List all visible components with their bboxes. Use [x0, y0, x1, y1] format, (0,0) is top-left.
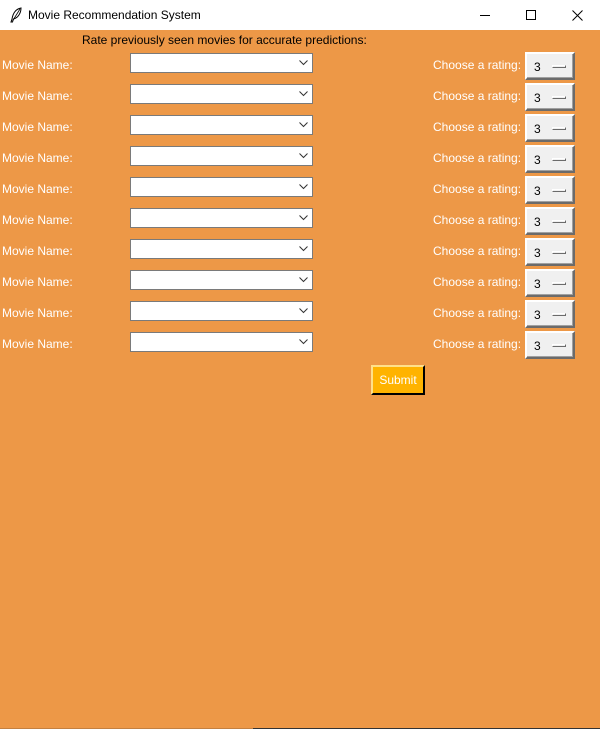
movie-name-label: Movie Name:: [2, 182, 73, 196]
rating-option-menu[interactable]: 3: [525, 145, 575, 173]
feather-icon: [9, 7, 23, 23]
rating-row: Movie Name: Choose a rating: 3: [0, 83, 600, 111]
instructions-heading: Rate previously seen movies for accurate…: [82, 33, 367, 47]
rating-value: 3: [534, 246, 541, 260]
rating-option-menu[interactable]: 3: [525, 114, 575, 142]
option-menu-indicator-icon: [552, 96, 566, 99]
rating-label: Choose a rating:: [433, 275, 522, 289]
rating-row: Movie Name: Choose a rating: 3: [0, 238, 600, 266]
movie-name-combobox[interactable]: [130, 177, 313, 197]
rating-option-menu[interactable]: 3: [525, 300, 575, 328]
option-menu-indicator-icon: [552, 189, 566, 192]
chevron-down-icon[interactable]: [299, 277, 308, 283]
main-panel: Rate previously seen movies for accurate…: [0, 30, 600, 729]
maximize-icon: [526, 10, 536, 20]
rating-option-menu[interactable]: 3: [525, 269, 575, 297]
movie-name-combobox[interactable]: [130, 270, 313, 290]
submit-button[interactable]: Submit: [371, 365, 425, 395]
movie-name-combobox[interactable]: [130, 208, 313, 228]
chevron-down-icon[interactable]: [299, 246, 308, 252]
chevron-down-icon[interactable]: [299, 122, 308, 128]
maximize-button[interactable]: [508, 0, 554, 30]
movie-name-label: Movie Name:: [2, 151, 73, 165]
minimize-button[interactable]: [462, 0, 508, 30]
rating-label: Choose a rating:: [433, 120, 522, 134]
rating-value: 3: [534, 91, 541, 105]
chevron-down-icon[interactable]: [299, 153, 308, 159]
rating-row: Movie Name: Choose a rating: 3: [0, 52, 600, 80]
movie-name-combobox[interactable]: [130, 84, 313, 104]
movie-name-label: Movie Name:: [2, 89, 73, 103]
rating-row: Movie Name: Choose a rating: 3: [0, 331, 600, 359]
movie-name-label: Movie Name:: [2, 306, 73, 320]
chevron-down-icon[interactable]: [299, 339, 308, 345]
rating-row: Movie Name: Choose a rating: 3: [0, 207, 600, 235]
rating-row: Movie Name: Choose a rating: 3: [0, 114, 600, 142]
movie-name-combobox[interactable]: [130, 301, 313, 321]
rating-value: 3: [534, 122, 541, 136]
rating-option-menu[interactable]: 3: [525, 207, 575, 235]
option-menu-indicator-icon: [552, 220, 566, 223]
close-button[interactable]: [554, 0, 600, 30]
movie-name-label: Movie Name:: [2, 120, 73, 134]
rating-option-menu[interactable]: 3: [525, 52, 575, 80]
rating-value: 3: [534, 60, 541, 74]
movie-name-combobox[interactable]: [130, 146, 313, 166]
rating-label: Choose a rating:: [433, 151, 522, 165]
rating-option-menu[interactable]: 3: [525, 238, 575, 266]
rating-option-menu[interactable]: 3: [525, 83, 575, 111]
option-menu-indicator-icon: [552, 313, 566, 316]
chevron-down-icon[interactable]: [299, 184, 308, 190]
minimize-icon: [480, 15, 490, 16]
rating-row: Movie Name: Choose a rating: 3: [0, 145, 600, 173]
rating-value: 3: [534, 184, 541, 198]
option-menu-indicator-icon: [552, 65, 566, 68]
rating-row: Movie Name: Choose a rating: 3: [0, 269, 600, 297]
chevron-down-icon[interactable]: [299, 91, 308, 97]
option-menu-indicator-icon: [552, 158, 566, 161]
rating-value: 3: [534, 215, 541, 229]
option-menu-indicator-icon: [552, 251, 566, 254]
movie-name-label: Movie Name:: [2, 275, 73, 289]
movie-name-combobox[interactable]: [130, 239, 313, 259]
movie-name-label: Movie Name:: [2, 337, 73, 351]
movie-name-combobox[interactable]: [130, 115, 313, 135]
movie-name-label: Movie Name:: [2, 58, 73, 72]
rating-value: 3: [534, 277, 541, 291]
movie-name-combobox[interactable]: [130, 53, 313, 73]
option-menu-indicator-icon: [552, 344, 566, 347]
title-bar[interactable]: Movie Recommendation System: [0, 0, 600, 30]
rating-row: Movie Name: Choose a rating: 3: [0, 300, 600, 328]
option-menu-indicator-icon: [552, 127, 566, 130]
close-icon: [571, 9, 583, 21]
rating-option-menu[interactable]: 3: [525, 176, 575, 204]
rating-label: Choose a rating:: [433, 58, 522, 72]
rating-row: Movie Name: Choose a rating: 3: [0, 176, 600, 204]
window-title: Movie Recommendation System: [28, 8, 201, 22]
rating-label: Choose a rating:: [433, 306, 522, 320]
movie-name-combobox[interactable]: [130, 332, 313, 352]
option-menu-indicator-icon: [552, 282, 566, 285]
rating-label: Choose a rating:: [433, 89, 522, 103]
rating-label: Choose a rating:: [433, 182, 522, 196]
rating-label: Choose a rating:: [433, 213, 522, 227]
chevron-down-icon[interactable]: [299, 308, 308, 314]
chevron-down-icon[interactable]: [299, 215, 308, 221]
rating-label: Choose a rating:: [433, 337, 522, 351]
movie-name-label: Movie Name:: [2, 244, 73, 258]
rating-value: 3: [534, 339, 541, 353]
chevron-down-icon[interactable]: [299, 60, 308, 66]
rating-value: 3: [534, 308, 541, 322]
rating-value: 3: [534, 153, 541, 167]
movie-name-label: Movie Name:: [2, 213, 73, 227]
rating-label: Choose a rating:: [433, 244, 522, 258]
rating-option-menu[interactable]: 3: [525, 331, 575, 359]
